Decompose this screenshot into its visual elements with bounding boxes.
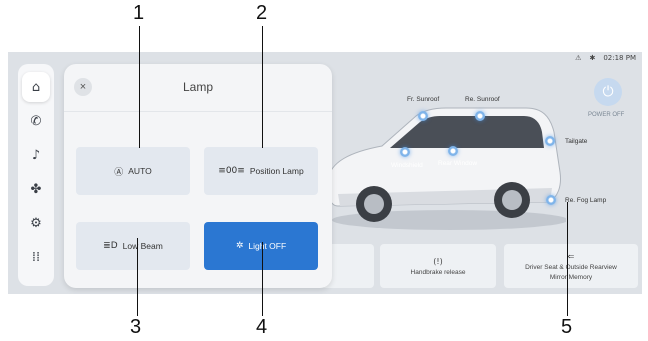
callout-2-line xyxy=(262,26,263,148)
rear-window-hotspot[interactable] xyxy=(448,146,458,156)
fr-sunroof-hotspot[interactable] xyxy=(418,111,428,121)
re-fog-lamp-hotspot[interactable] xyxy=(546,195,556,205)
phone-icon[interactable]: ✆ xyxy=(22,106,50,136)
lock-status-icon: ⚠ xyxy=(575,54,582,62)
vehicle-illustration xyxy=(327,107,566,230)
tailgate-label: Tailgate xyxy=(565,138,588,145)
auto-icon: Ⓐ xyxy=(114,167,124,178)
seat-mirror-memory-label-line2: Mirror Memory xyxy=(549,273,593,281)
low-beam-icon: ≣D xyxy=(103,241,118,251)
panel-title: Lamp xyxy=(182,80,214,94)
light-off-label: Light OFF xyxy=(248,241,287,251)
music-icon[interactable]: ♪ xyxy=(22,140,50,170)
callout-2: 2 xyxy=(256,2,268,24)
handbrake-release-card[interactable]: (!) Handbrake release xyxy=(380,244,496,288)
power-label: POWER OFF xyxy=(588,112,625,118)
auto-lamp-button[interactable]: Ⓐ AUTO xyxy=(76,147,190,195)
auto-label: AUTO xyxy=(128,166,152,176)
light-off-icon: ✲ xyxy=(235,241,244,251)
windshield-hotspot[interactable] xyxy=(400,147,410,157)
seat-mirror-memory-card[interactable]: ⇐ Driver Seat & Outside Rearview Mirror … xyxy=(504,244,638,288)
position-lamp-icon: ≡00≡ xyxy=(218,166,245,176)
callout-5: 5 xyxy=(561,316,573,338)
callout-4: 4 xyxy=(256,316,268,338)
position-lamp-button[interactable]: ≡00≡ Position Lamp xyxy=(204,147,318,195)
callout-3-line xyxy=(137,238,138,316)
re-sunroof-hotspot[interactable] xyxy=(475,111,485,121)
handbrake-release-label: Handbrake release xyxy=(410,268,466,276)
callout-3: 3 xyxy=(130,316,142,338)
callout-1: 1 xyxy=(133,2,145,24)
bluetooth-icon: ✱ xyxy=(589,54,596,62)
front-wheel-rim xyxy=(364,194,384,214)
apps-icon[interactable]: ⁞⁞ xyxy=(22,242,50,272)
sidebar: ⌂ ✆ ♪ ✤ ⚙ ⁞⁞ xyxy=(18,64,54,286)
position-lamp-label: Position Lamp xyxy=(249,166,304,176)
fan-icon[interactable]: ✤ xyxy=(22,174,50,204)
panel-divider xyxy=(64,111,332,112)
status-bar: ⚠ ✱ 02:18 PM xyxy=(575,54,636,62)
lamp-panel: × Lamp Ⓐ AUTO ≡00≡ Position Lamp ≣D Low … xyxy=(64,64,332,288)
rear-window-label: Rear Window xyxy=(438,160,478,167)
tailgate-hotspot[interactable] xyxy=(545,136,555,146)
callout-4-line xyxy=(262,242,263,316)
low-beam-button[interactable]: ≣D Low Beam xyxy=(76,222,190,270)
re-fog-lamp-label: Re. Fog Lamp xyxy=(565,197,607,204)
power-button[interactable]: ⏻ xyxy=(594,78,622,106)
callout-5-line xyxy=(567,202,568,316)
settings-icon[interactable]: ⚙ xyxy=(22,208,50,238)
fr-sunroof-label: Fr. Sunroof xyxy=(407,96,440,103)
seat-memory-icon: ⇐ xyxy=(567,251,575,261)
handbrake-icon: (!) xyxy=(433,256,443,266)
infotainment-screen: Fr. Sunroof Re. Sunroof Windshield Rear … xyxy=(8,52,642,294)
home-icon[interactable]: ⌂ xyxy=(22,72,50,102)
re-sunroof-label: Re. Sunroof xyxy=(465,96,500,103)
low-beam-label: Low Beam xyxy=(122,241,163,251)
rear-wheel-rim xyxy=(502,190,522,210)
light-off-button[interactable]: ✲ Light OFF xyxy=(204,222,318,270)
windshield-label: Windshield xyxy=(391,162,423,169)
clock: 02:18 PM xyxy=(603,54,636,62)
seat-mirror-memory-label-line1: Driver Seat & Outside Rearview xyxy=(525,263,617,271)
callout-1-line xyxy=(139,26,140,148)
